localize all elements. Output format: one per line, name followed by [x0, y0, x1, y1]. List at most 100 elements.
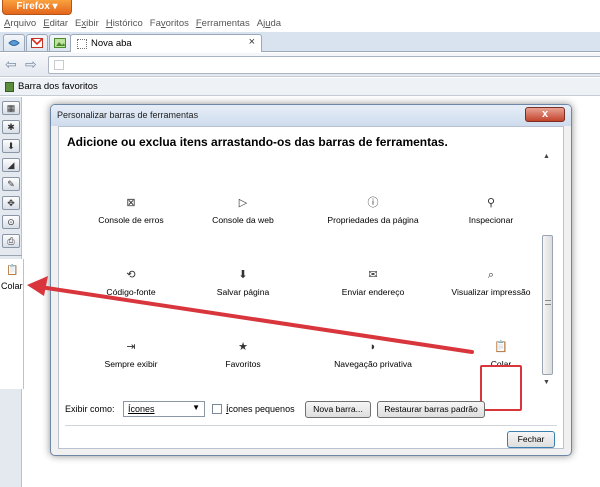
gmail-icon [31, 38, 43, 48]
grip-icon [545, 300, 551, 305]
dialog-titlebar[interactable]: Personalizar barras de ferramentas x [51, 105, 571, 126]
arrow-head [27, 276, 48, 296]
menu-ajuda[interactable]: Ajuda [257, 16, 281, 32]
chevron-down-icon: ▼ [192, 403, 200, 412]
print-icon[interactable]: ⎙ [2, 234, 20, 248]
palette-item-propriedades[interactable]: ⓘ Propriedades da página [313, 195, 433, 235]
tab-nova-aba[interactable]: Nova aba × [70, 34, 262, 52]
bookmark-star-icon: ★ [238, 341, 248, 353]
scrollbar-thumb[interactable] [542, 235, 553, 375]
menu-label-part: ibir [86, 18, 99, 29]
menu-accesskey: H [105, 18, 113, 29]
menu-label-part: da [270, 18, 282, 29]
scroll-up-icon[interactable]: ▲ [543, 153, 550, 160]
info-icon: ⓘ [367, 197, 379, 209]
clipboard-icon: 📋 [6, 265, 19, 276]
palette-item-salvar-pagina[interactable]: ⬇ Salvar página [183, 267, 303, 307]
palette-item-codigo-fonte[interactable]: ⟲ Código-fonte [71, 267, 191, 307]
fullscreen-icon[interactable]: ✥ [2, 196, 20, 210]
downloads-icon[interactable]: ⬇ [2, 139, 20, 153]
small-icons-checkbox[interactable] [212, 404, 222, 414]
palette-item-label: Visualizar impressão [451, 287, 531, 297]
menu-editar[interactable]: Editar [43, 16, 68, 32]
site-identity-icon [54, 60, 64, 70]
show-as-select[interactable]: Ícones ▼ [123, 401, 205, 417]
sync-icon[interactable]: ⊙ [2, 215, 20, 229]
palette-item-label: Código-fonte [106, 287, 156, 297]
restore-default-button[interactable]: Restaurar barras padrão [377, 401, 485, 418]
palette-item-label: Console de erros [98, 215, 164, 225]
bookmarks-toolbar-label: Barra dos favoritos [18, 81, 98, 92]
menu-label-part: erramentas [201, 18, 250, 29]
menu-label-part: Fa [149, 18, 161, 29]
new-toolbar-button[interactable]: Nova barra... [305, 401, 371, 418]
palette-item-sempre-exibir[interactable]: ⇥ Sempre exibir [71, 339, 191, 379]
palette-item-favoritos[interactable]: ★ Favoritos [183, 339, 303, 379]
app-tab-panorama[interactable] [3, 34, 25, 51]
menu-label-part: oritos [165, 18, 189, 29]
private-browsing-icon: ◗ [369, 341, 377, 353]
feed-icon[interactable]: ◢ [2, 158, 20, 172]
palette-item-label: Sempre exibir [104, 359, 158, 369]
addons-icon[interactable]: ✱ [2, 120, 20, 134]
close-icon: x [541, 108, 549, 120]
dialog-close-button[interactable]: x [525, 107, 565, 122]
print-preview-icon: ⌕ [487, 269, 495, 281]
picture-icon [54, 38, 66, 48]
menu-ferramentas[interactable]: Ferramentas [196, 16, 250, 32]
palette-scrollbar[interactable]: ▲ ▼ [541, 147, 555, 387]
app-tab-picture[interactable] [49, 34, 71, 51]
menu-arquivo[interactable]: Arquivo [4, 16, 36, 32]
edit-icon[interactable]: ✎ [2, 177, 20, 191]
close-icon[interactable]: × [249, 36, 255, 48]
back-icon[interactable]: ⇦ [5, 57, 21, 73]
navigation-toolbar: ⇦ ⇨ [0, 53, 600, 77]
pin-icon: ⇥ [126, 341, 136, 353]
palette-item-enviar-endereco[interactable]: ✉ Enviar endereço [313, 267, 433, 307]
palette-item-label: Favoritos [225, 359, 261, 369]
web-console-icon: ▷ [238, 197, 248, 209]
firefox-menu-button[interactable]: Firefox ▾ [2, 0, 72, 15]
label-part: cones pequenos [228, 404, 295, 414]
small-icons-label[interactable]: Ícones pequenos [226, 404, 295, 414]
palette-item-navegacao-privativa[interactable]: ◗ Navegação privativa [313, 339, 433, 379]
firefox-menu-label: Firefox [16, 1, 50, 12]
palette-item-console-web[interactable]: ▷ Console da web [183, 195, 303, 235]
close-button[interactable]: Fechar [507, 431, 555, 448]
show-as-label: Exibir como: [65, 404, 115, 414]
source-code-icon: ⟲ [126, 269, 136, 281]
tab-strip: Nova aba × [0, 32, 600, 52]
palette-item-visualizar-impressao[interactable]: ⌕ Visualizar impressão [431, 267, 551, 307]
menu-exibir[interactable]: Exibir [75, 16, 99, 32]
url-input[interactable] [48, 56, 600, 74]
palette-item-label: Console da web [212, 215, 274, 225]
palette-item-label: Navegação privativa [334, 359, 412, 369]
tab-label: Nova aba [91, 38, 132, 49]
menu-label-part: ditar [49, 18, 69, 29]
palette-item-inspecionar[interactable]: ⚲ Inspecionar [431, 195, 551, 235]
palette-item-label: Inspecionar [468, 215, 514, 225]
menu-favoritos[interactable]: Favoritos [150, 16, 189, 32]
show-as-value: Ícones [128, 404, 155, 414]
colar-button[interactable]: 📋 Colar [0, 259, 24, 389]
customize-toolbars-dialog: Personalizar barras de ferramentas x Adi… [50, 104, 572, 456]
palette-item-label: Salvar página [216, 287, 270, 297]
palette-item-label: Enviar endereço [341, 287, 405, 297]
scroll-down-icon[interactable]: ▼ [543, 379, 550, 386]
left-toolbar: ▦ ✱ ⬇ ◢ ✎ ✥ ⊙ ⎙ 📋 Colar [0, 97, 24, 487]
send-link-icon: ✉ [368, 269, 378, 281]
menu-historico[interactable]: Histórico [106, 16, 143, 32]
palette-item-console-erros[interactable]: ⊠ Console de erros [71, 195, 191, 235]
bookmarks-toolbar: Barra dos favoritos [0, 78, 600, 96]
palette-grid: ⊠ Console de erros ▷ Console da web ⓘ Propr… [59, 157, 539, 411]
sidebar-icon[interactable]: ▦ [2, 101, 20, 115]
panorama-icon [8, 40, 20, 46]
colar-label: Colar [1, 281, 23, 291]
dialog-title: Personalizar barras de ferramentas [57, 110, 199, 120]
app-tab-gmail[interactable] [26, 34, 48, 51]
dialog-separator [65, 425, 557, 426]
forward-icon[interactable]: ⇨ [25, 57, 41, 73]
chevron-down-icon: ▾ [52, 1, 58, 12]
dialog-body: Adicione ou exclua itens arrastando-os d… [58, 126, 564, 449]
dialog-heading: Adicione ou exclua itens arrastando-os d… [67, 135, 448, 149]
